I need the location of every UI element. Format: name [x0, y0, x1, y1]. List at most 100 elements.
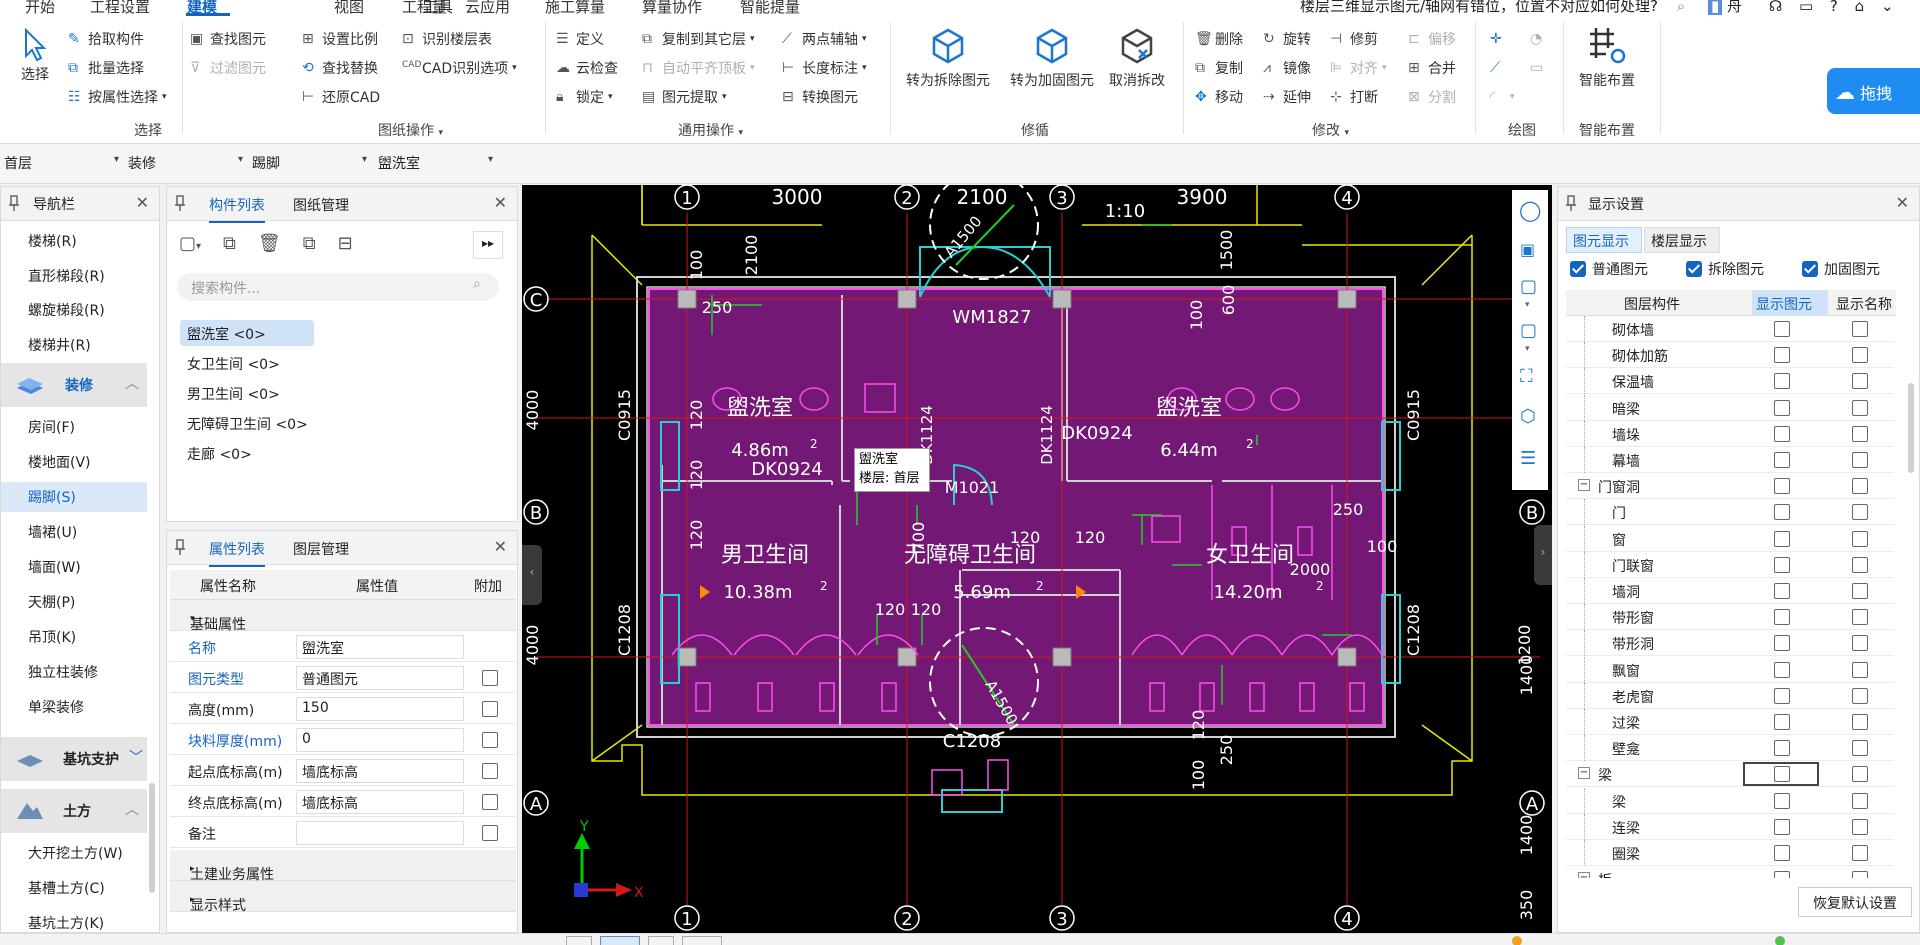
chk-reinforce-element[interactable]: 加固图元	[1802, 261, 1892, 281]
tab-layer-manage[interactable]: 图层管理	[293, 539, 349, 559]
extract-button[interactable]: ▤ 图元提取 ▾	[642, 86, 727, 108]
help-icon[interactable]: ?	[1830, 0, 1838, 15]
chevron-down-icon[interactable]: ▾	[1525, 300, 1530, 310]
show-name-checkbox[interactable]	[1852, 871, 1868, 878]
show-element-checkbox[interactable]	[1774, 845, 1790, 861]
align-button[interactable]: ⊫ 对齐 ▾	[1330, 57, 1387, 79]
show-element-checkbox[interactable]	[1774, 504, 1790, 521]
collapse-tree-icon[interactable]: −	[1578, 872, 1590, 878]
property-extra-checkbox[interactable]	[482, 825, 498, 841]
cancel-dismantle-button[interactable]: 取消拆改	[1102, 26, 1172, 90]
prop-group-basic[interactable]: ▾ 基础属性	[170, 600, 516, 633]
find-replace-button[interactable]: ⟲ 查找替换	[302, 57, 378, 79]
show-element-checkbox[interactable]	[1774, 792, 1790, 809]
show-element-checkbox[interactable]	[1774, 530, 1790, 547]
set-scale-button[interactable]: ⊞ 设置比例	[302, 28, 378, 50]
component-select[interactable]: 盥洗室 ▾	[378, 153, 493, 175]
show-name-checkbox[interactable]	[1852, 556, 1868, 573]
view-3d-icon[interactable]: ▣	[1520, 240, 1535, 259]
define-button[interactable]: ☰ 定义	[556, 28, 604, 50]
property-extra-checkbox[interactable]	[482, 732, 498, 748]
show-element-checkbox[interactable]	[1774, 740, 1790, 757]
show-name-checkbox[interactable]	[1852, 766, 1868, 783]
grid-snap-icon[interactable]	[648, 936, 674, 945]
filter-element-button[interactable]: ⊽ 过滤图元	[190, 57, 266, 79]
show-name-checkbox[interactable]	[1852, 478, 1868, 495]
menu-smart[interactable]: 智能提量	[740, 0, 800, 16]
property-value-input[interactable]: 普通图元	[296, 666, 464, 690]
show-element-checkbox[interactable]	[1774, 766, 1790, 783]
menu-tools[interactable]: 工具	[423, 0, 453, 16]
collapse-left-handle[interactable]: ‹	[522, 545, 542, 605]
delete-button[interactable]: 🗑︎ 删除	[1195, 28, 1243, 50]
auto-flat-button[interactable]: ⊓ 自动平齐顶板 ▾	[642, 57, 755, 79]
menu-start[interactable]: 开始	[25, 0, 55, 16]
property-value-input[interactable]: 墙底标高	[296, 759, 464, 783]
show-name-checkbox[interactable]	[1852, 347, 1868, 364]
lock-button[interactable]: 🔒︎ 锁定 ▾	[556, 86, 613, 108]
restore-default-button[interactable]: 恢复默认设置	[1798, 887, 1912, 917]
move-button[interactable]: ✥ 移动	[1195, 86, 1243, 108]
property-extra-checkbox[interactable]	[482, 701, 498, 717]
message-icon[interactable]: ▭	[1799, 0, 1813, 15]
show-name-checkbox[interactable]	[1852, 583, 1868, 599]
chevron-down-icon[interactable]: ▾	[1525, 344, 1530, 354]
show-name-checkbox[interactable]	[1852, 399, 1868, 416]
convert-element-button[interactable]: ⊟ 转换图元	[782, 86, 858, 108]
show-element-checkbox[interactable]	[1774, 583, 1790, 599]
floor-plan-drawing[interactable]: 11223344CCBBAA300021003900盥洗室4.86m2盥洗室6.…	[522, 185, 1552, 933]
draw-point-button[interactable]: ✛	[1490, 28, 1506, 50]
display-settings-icon[interactable]: ☰	[1520, 448, 1536, 469]
show-element-checkbox[interactable]	[1774, 635, 1790, 652]
chk-dismantle-element[interactable]: 拆除图元	[1686, 261, 1776, 281]
display-scrollbar[interactable]	[1908, 383, 1914, 473]
copy-button[interactable]: ⧉ 复制	[1195, 57, 1243, 79]
extend-button[interactable]: ⇢ 延伸	[1263, 86, 1311, 108]
component-item[interactable]: 无障碍卫生间 <0>	[187, 414, 308, 434]
show-element-checkbox[interactable]	[1774, 425, 1790, 442]
property-extra-checkbox[interactable]	[482, 794, 498, 810]
show-name-checkbox[interactable]	[1852, 661, 1868, 678]
property-value-input[interactable]: 墙底标高	[296, 790, 464, 814]
show-name-checkbox[interactable]	[1852, 425, 1868, 442]
mirror-button[interactable]: ⩘ 镜像	[1263, 57, 1311, 79]
prop-group-style[interactable]: ▸ 显示样式	[170, 881, 516, 914]
break-button[interactable]: ⊹ 打断	[1330, 86, 1378, 108]
to-reinforce-button[interactable]: 转为加固图元	[1002, 26, 1102, 90]
prop-group-civil[interactable]: ▸ 土建业务属性	[170, 850, 516, 883]
box-view-icon[interactable]: ▢	[1520, 320, 1537, 341]
offset-button[interactable]: ⊏ 偏移	[1408, 28, 1456, 50]
home-icon[interactable]: ⌂	[1855, 0, 1865, 15]
dropdown-icon[interactable]: ⌄	[1881, 0, 1894, 15]
property-value-input[interactable]: 150	[296, 697, 464, 721]
draw-rect-button[interactable]: ▭	[1530, 57, 1546, 79]
show-element-checkbox[interactable]	[1774, 478, 1790, 495]
menu-collab[interactable]: 算量协作	[642, 0, 702, 16]
collapse-tree-icon[interactable]: −	[1578, 767, 1590, 780]
type-select[interactable]: 踢脚 ▾	[252, 153, 367, 175]
zoom-extent-icon[interactable]: ⛶	[1520, 366, 1533, 387]
property-value-input[interactable]: 0	[296, 728, 464, 752]
rotate-button[interactable]: ↻ 旋转	[1263, 28, 1311, 50]
show-element-checkbox[interactable]	[1774, 556, 1790, 573]
show-element-checkbox[interactable]	[1774, 871, 1790, 878]
object-snap-icon[interactable]	[682, 936, 722, 945]
batch-select-button[interactable]: ⧉ 批量选择	[68, 57, 144, 79]
pin-icon[interactable]	[175, 539, 185, 555]
close-icon[interactable]: ✕	[494, 537, 507, 556]
section-box-icon[interactable]: ⬡	[1520, 406, 1536, 427]
floor-select[interactable]: 首层 ▾	[4, 153, 119, 175]
close-icon[interactable]: ✕	[1896, 193, 1909, 212]
show-name-checkbox[interactable]	[1852, 373, 1868, 390]
smart-layout-button[interactable]: 智能布置	[1566, 24, 1648, 90]
find-element-button[interactable]: ▣ 查找图元	[190, 28, 266, 50]
show-name-checkbox[interactable]	[1852, 504, 1868, 521]
menu-view[interactable]: 视图	[334, 0, 364, 16]
attr-select-button[interactable]: ☷ 按属性选择 ▾	[68, 86, 167, 108]
show-name-checkbox[interactable]	[1852, 452, 1868, 468]
nav-item[interactable]: 大开挖土方(W)	[28, 843, 123, 863]
property-extra-checkbox[interactable]	[482, 670, 498, 686]
user-avatar[interactable]: ▮	[1708, 0, 1723, 15]
copy-floor-button[interactable]: ⧉ 复制到其它层 ▾	[642, 28, 755, 50]
length-dim-button[interactable]: ⊢ 长度标注 ▾	[782, 57, 867, 79]
